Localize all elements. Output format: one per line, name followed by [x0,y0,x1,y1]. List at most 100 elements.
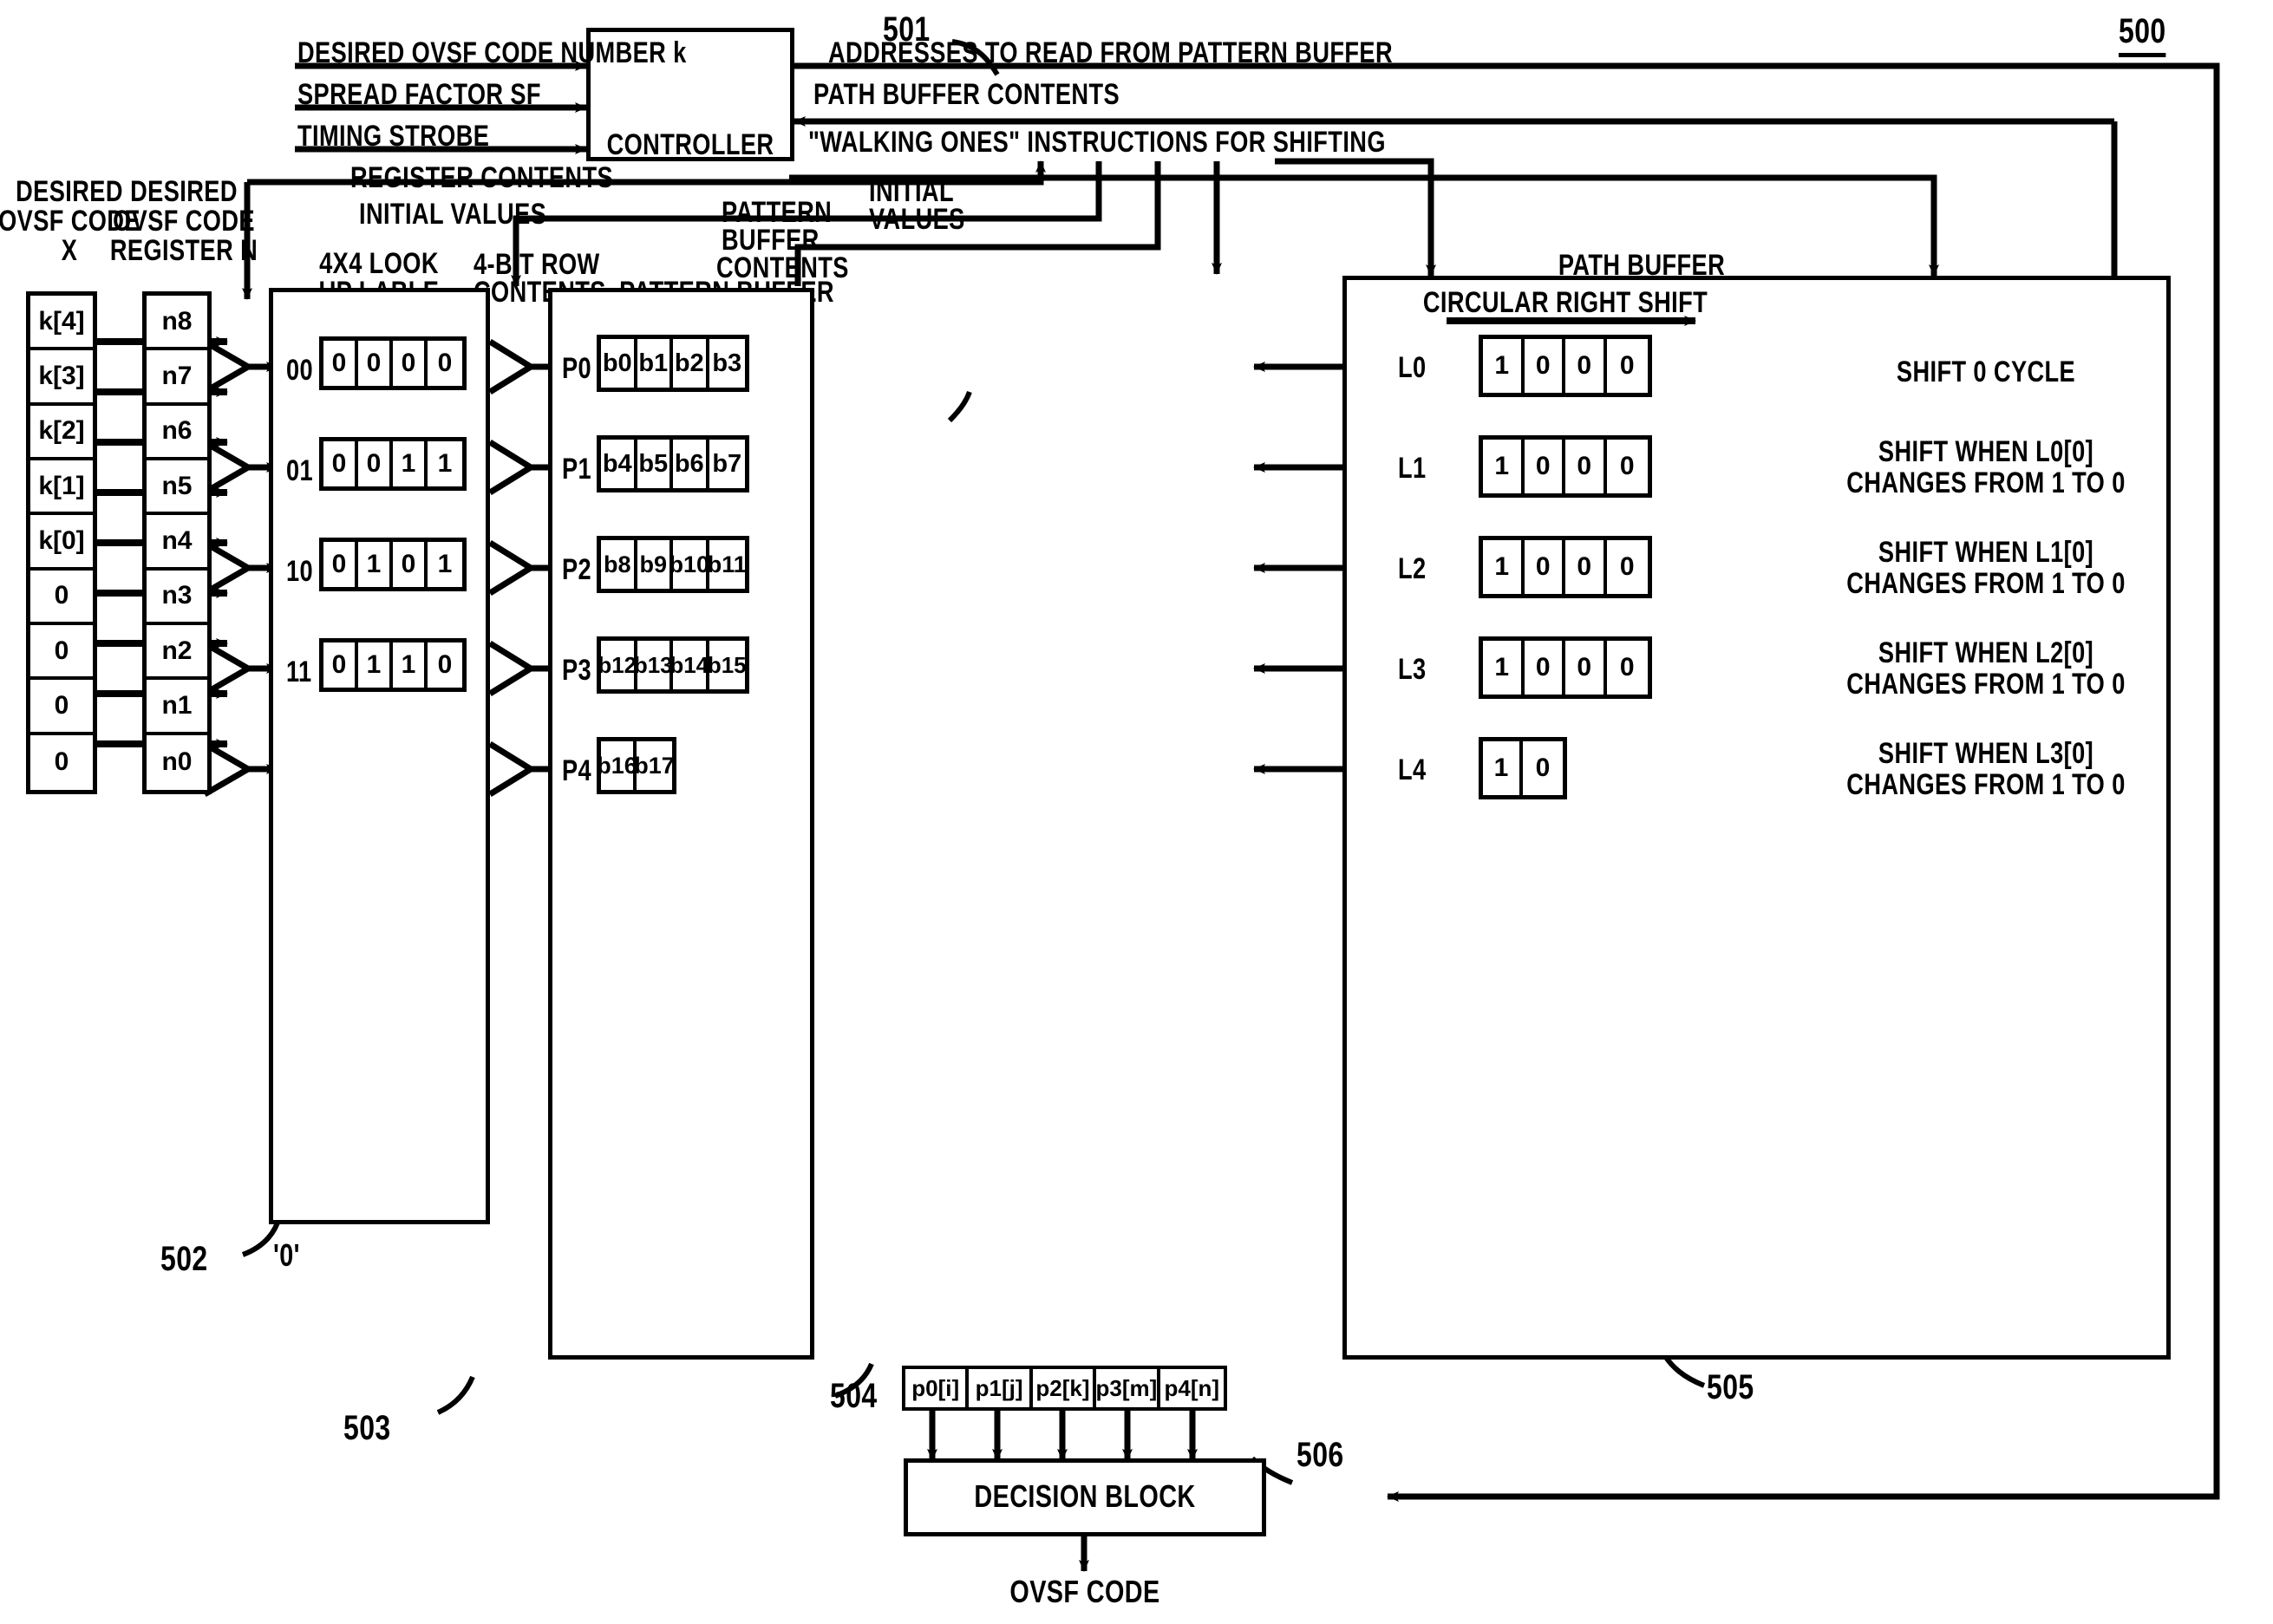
path-row-note: SHIFT WHEN L1[0] [1878,536,2094,569]
path-row-label: L4 [1398,753,1427,786]
register-column-ref: 502 [160,1240,208,1278]
patent-figure-500: CONTROLLER 501 500 DESIRED OVSF CODE NUM… [0,0,2273,1624]
lookup-bit: 1 [358,642,393,688]
code-column-title-0: DESIRED [16,175,123,208]
pattern-output: p4[n] [1164,1374,1220,1401]
path-row: 1 0 [1479,737,1567,799]
initial-values-label-left: INITIAL VALUES [359,198,547,231]
path-row-note: SHIFT WHEN L2[0] [1878,636,2094,669]
pattern-bit: b0 [601,339,637,388]
path-bit: 0 [1619,452,1635,480]
path-bit: 0 [1565,540,1607,594]
controller-signal-label-0: ADDRESSES TO READ FROM PATTERN BUFFER [828,36,1393,69]
path-bit: 1 [1483,440,1525,493]
pattern-row-label: P0 [562,352,592,385]
pattern-bit: b6 [673,440,709,488]
code-cell: 0 [30,571,93,626]
path-row-note: SHIFT WHEN L0[0] [1878,435,2094,468]
path-bit: 1 [1483,339,1525,393]
path-row-label: L0 [1398,351,1427,384]
path-bit: 0 [1525,339,1565,393]
code-column[interactable]: k[4] k[3] k[2] k[1] k[0] 0 0 0 0 [26,291,97,794]
register-cell: n4 [147,515,207,571]
lookup-bit: 1 [437,550,453,578]
lookup-row-bits: 0 1 1 0 [319,638,467,692]
register-column-title-1: OVSF CODE [113,205,255,238]
pattern-buffer-outputs: p0[i] p1[j] p2[k] p3[m] p4[n] [902,1366,1227,1411]
lookup-bit: 1 [358,542,393,587]
code-cell: 0 [54,747,69,777]
path-row-note: SHIFT 0 CYCLE [1896,355,2076,388]
path-bit: 0 [1565,440,1607,493]
circular-right-shift-label: CIRCULAR RIGHT SHIFT [1422,286,1708,319]
register-column-title-2: REGISTER N [109,234,258,267]
code-cell: k[4] [30,296,93,351]
controller-signal-label-2: "WALKING ONES" INSTRUCTIONS FOR SHIFTING [808,126,1386,159]
lookup-bit: 0 [323,642,358,688]
path-bit: 0 [1619,653,1635,682]
path-bit: 0 [1525,540,1565,594]
lookup-row-addr: 01 [286,454,314,487]
path-bit: 0 [1525,440,1565,493]
register-cell: n8 [147,296,207,351]
path-row-note: CHANGES FROM 1 TO 0 [1846,668,2126,701]
controller-input-label-2: TIMING STROBE [297,120,490,153]
path-row-label: L3 [1398,653,1427,686]
lookup-bit: 1 [393,441,428,486]
lookup-bit: 0 [393,341,428,386]
lookup-bit: 0 [393,542,428,587]
pattern-bit: b9 [637,540,673,589]
pattern-bit: b3 [712,349,742,377]
code-cell: k[0] [30,515,93,571]
decision-block-ref: 506 [1297,1436,1344,1474]
lookup-bit: 0 [437,650,453,679]
path-bit: 0 [1565,641,1607,695]
lookup-bit: 0 [323,542,358,587]
pattern-bit: b16 [597,741,637,790]
path-row: 1 0 0 0 [1479,536,1652,598]
pattern-buffer-ref: 504 [830,1377,878,1415]
lookup-table-block[interactable] [269,288,490,1224]
decision-block-label: DECISION BLOCK [974,1478,1196,1514]
initial-values-label-right-1: VALUES [869,203,965,236]
path-row: 1 0 0 0 [1479,435,1652,498]
pattern-bit: b8 [601,540,637,589]
register-cell: n2 [147,625,207,681]
path-row-label: L1 [1398,452,1427,485]
pattern-row: b16 b17 [597,737,676,794]
code-column-title-2: X [61,234,78,267]
pattern-row: b0 b1 b2 b3 [597,335,749,392]
figure-number: 500 [2119,12,2166,57]
pattern-bit: b10 [669,540,709,589]
lookup-bit: 0 [358,441,393,486]
pattern-bit: b5 [637,440,673,488]
pattern-row-label: P1 [562,453,592,486]
pattern-bit: b17 [634,752,675,779]
register-column[interactable]: n8 n7 n6 n5 n4 n3 n2 n1 n0 [142,291,212,794]
register-cell: n7 [147,350,207,406]
lookup-bit: 0 [323,341,358,386]
code-cell: k[2] [30,406,93,461]
path-bit: 0 [1535,753,1551,782]
code-cell: k[3] [30,350,93,406]
register-cell: n6 [147,406,207,461]
lookup-bit: 0 [437,349,453,377]
pattern-bit: b4 [601,440,637,488]
pattern-bit: b13 [634,641,673,689]
register-cell: n5 [147,460,207,516]
path-bit: 1 [1483,641,1525,695]
pattern-output: p0[i] [905,1369,970,1407]
lookup-row-addr: 10 [286,555,314,588]
path-row: 1 0 0 0 [1479,636,1652,699]
lookup-bit: 0 [323,441,358,486]
lookup-row-bits: 0 0 0 0 [319,336,467,390]
path-bit: 1 [1483,741,1523,795]
register-cell: n0 [161,747,193,777]
pattern-bit: b15 [707,651,747,678]
register-cell: n1 [147,680,207,735]
path-row-note: CHANGES FROM 1 TO 0 [1846,768,2126,801]
register-column-title-0: DESIRED [130,175,238,208]
pattern-row-label: P3 [562,654,592,687]
pattern-bit: b12 [598,641,637,689]
path-bit: 0 [1525,641,1565,695]
